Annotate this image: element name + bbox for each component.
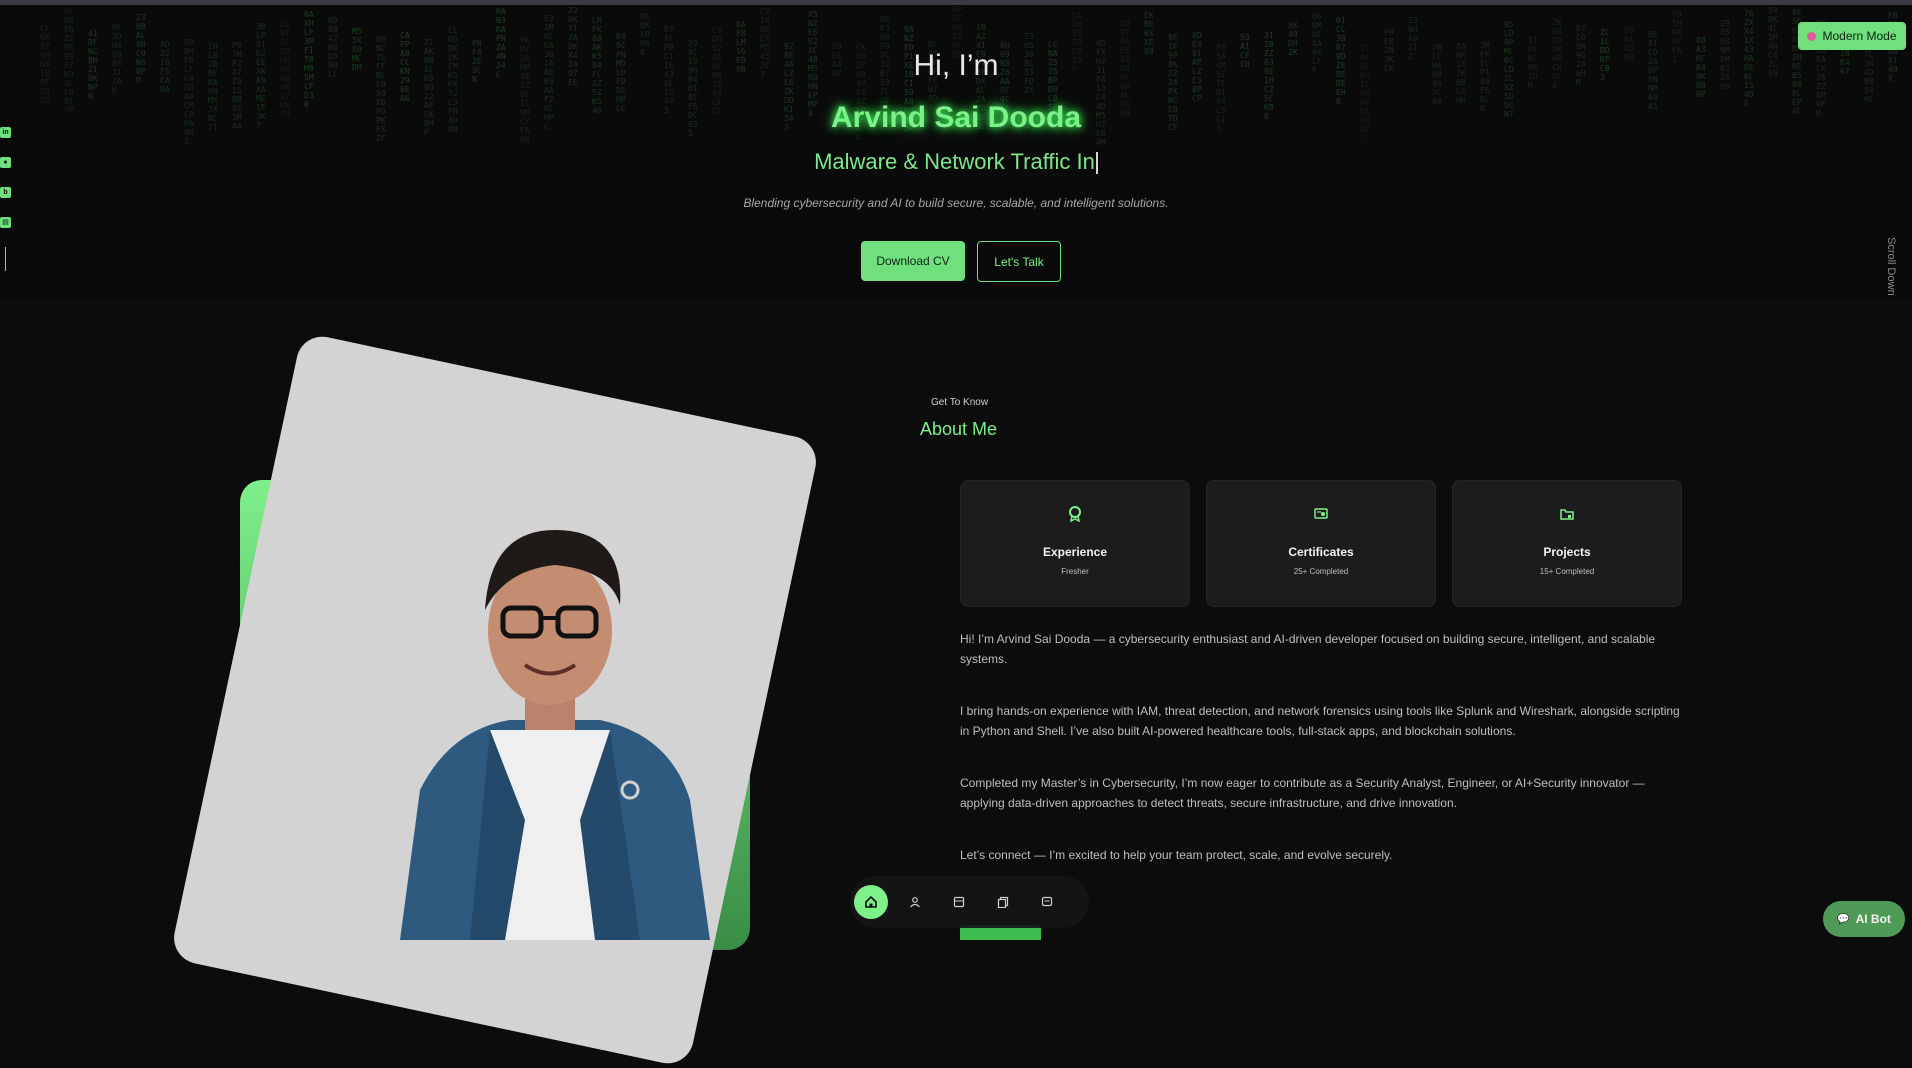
award-icon [1069,506,1081,522]
nav-experience[interactable] [942,885,976,919]
github-icon[interactable]: ● [0,157,11,168]
about-paragraph-3: Completed my Master’s in Cybersecurity, … [960,776,1645,810]
social-divider-line [5,247,6,271]
portfolio-icon[interactable]: ▤ [0,217,11,228]
typed-role-text: Malware & Network Traffic In [814,149,1095,174]
ai-bot-label: AI Bot [1855,912,1891,926]
user-icon [910,897,920,908]
hero-section: CFNXB70MH41BPF2DZP 9CN8ENZ2HE9NFZKD4LLB8F… [0,5,1912,300]
copy-icon [997,896,1009,908]
modern-mode-label: Modern Mode [1822,29,1897,43]
projects-card: Projects 15+ Completed [1452,480,1682,607]
chat-icon: 💬 [1837,913,1850,925]
about-paragraph-1: Hi! I’m Arvind Sai Dooda — a cybersecuri… [960,632,1656,666]
modern-mode-button[interactable]: Modern Mode [1798,22,1906,50]
nav-about[interactable] [898,885,932,919]
hero-role: Malware & Network Traffic In [0,149,1912,175]
experience-card: Experience Fresher [960,480,1190,607]
hero-greeting: Hi, I’m [913,49,999,82]
blog-icon[interactable]: b [0,187,11,198]
about-title: About Me [920,419,998,439]
card-subtitle: Fresher [1061,567,1089,576]
certificates-card: Certificates 25+ Completed [1206,480,1436,607]
card-title: Certificates [1288,545,1354,559]
certificate-icon [1314,508,1328,519]
nav-contact[interactable] [1030,885,1064,919]
book-icon [953,896,965,908]
lets-talk-button[interactable]: Let's Talk [977,241,1061,282]
nav-projects[interactable] [986,885,1020,919]
card-title: Experience [1042,545,1108,559]
hero-name: Arvind Sai Dooda [830,101,1082,134]
bottom-navigation [850,876,1089,928]
scroll-down-link[interactable]: Scroll Down [1885,237,1897,296]
about-paragraph-2: I bring hands-on experience with IAM, th… [960,704,1680,738]
message-icon [1041,896,1053,907]
about-paragraph-4: Let’s connect — I’m excited to help your… [960,848,1393,862]
about-eyebrow: Get To Know [931,397,989,408]
social-links: in ● b ▤ [0,127,14,271]
home-icon [865,895,877,908]
typing-cursor [1095,152,1098,175]
download-cv-button[interactable]: Download CV [861,241,965,281]
card-subtitle: 25+ Completed [1293,567,1349,576]
ai-bot-button[interactable]: 💬 AI Bot [1823,901,1905,937]
card-subtitle: 15+ Completed [1539,567,1595,576]
hero-tagline: Blending cybersecurity and AI to build s… [743,196,1169,210]
profile-photo [400,530,710,940]
linkedin-icon[interactable]: in [0,127,11,138]
folder-icon [1560,509,1574,520]
nav-home[interactable] [854,885,888,919]
palette-icon [1807,31,1817,41]
card-title: Projects [1543,545,1591,559]
